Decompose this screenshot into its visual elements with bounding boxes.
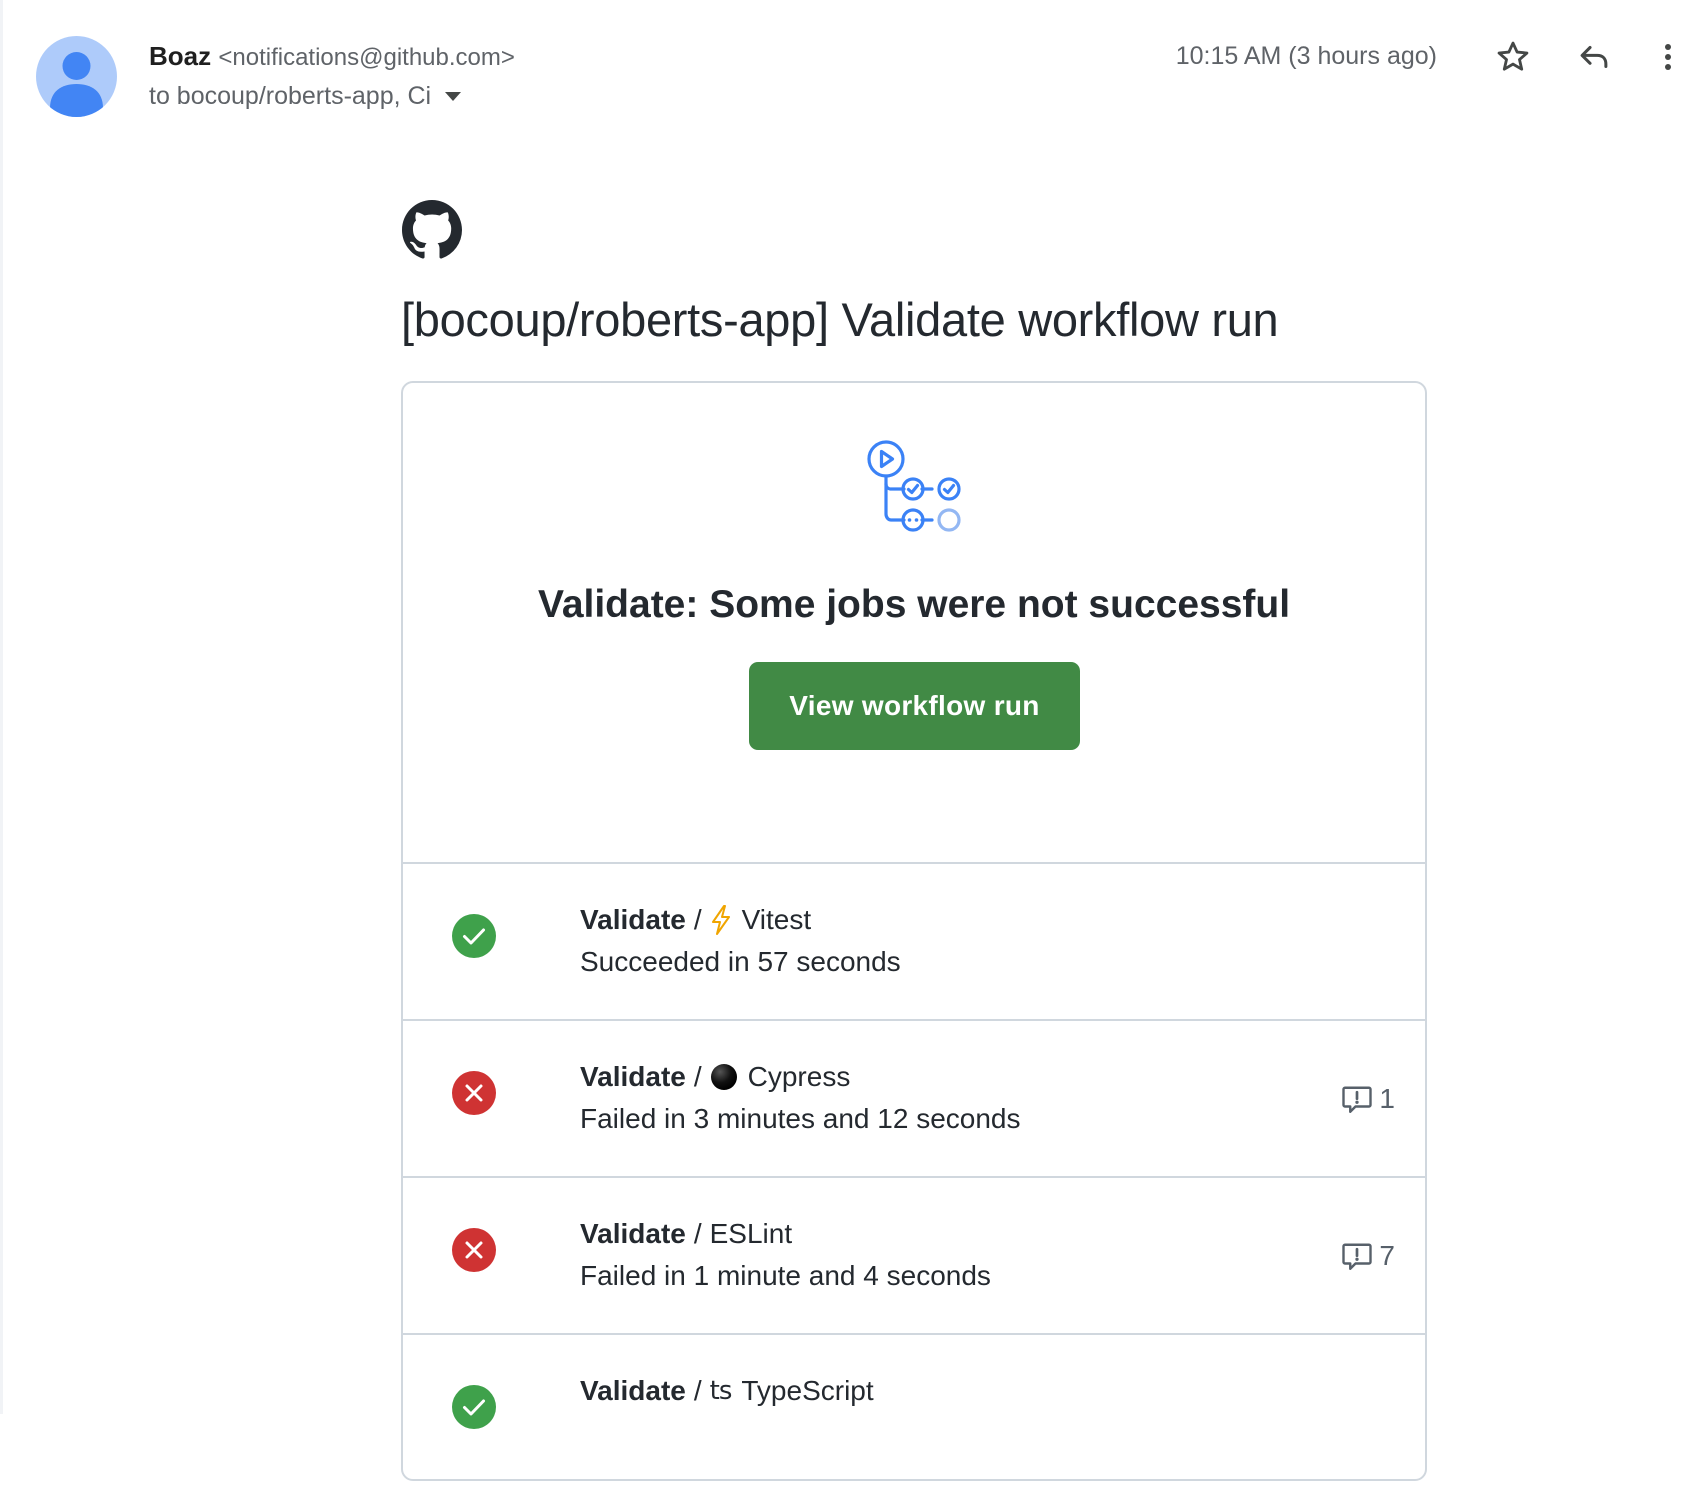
reply-icon[interactable] [1575, 38, 1613, 76]
job-title[interactable]: Validate / Cypress [580, 1059, 850, 1095]
workflow-card: Validate: Some jobs were not successful … [401, 381, 1427, 1481]
job-separator: / [693, 904, 702, 935]
job-name: TypeScript [741, 1375, 874, 1406]
recipients-line: to bocoup/roberts-app, Ci [149, 80, 462, 112]
failure-icon [452, 1228, 496, 1272]
report-icon [1342, 1086, 1373, 1113]
left-edge-divider [0, 0, 3, 1414]
timestamp: 10:15 AM (3 hours ago) [1175, 42, 1437, 70]
annotations-count: 7 [1379, 1240, 1395, 1271]
chevron-down-icon[interactable] [445, 91, 462, 101]
job-name: Cypress [747, 1061, 851, 1092]
job-title[interactable]: Validate / ESLint [580, 1216, 792, 1252]
success-icon [452, 1385, 496, 1429]
annotations-badge[interactable]: 1 [1339, 1081, 1395, 1117]
job-workflow-name: Validate [580, 1218, 686, 1249]
report-icon [1342, 1243, 1373, 1270]
recipients-text: to bocoup/roberts-app, Ci [149, 82, 432, 110]
workflow-icon [866, 439, 966, 539]
sender-line: Boaz <notifications@github.com> [149, 40, 515, 74]
annotations-count: 1 [1379, 1083, 1395, 1114]
job-separator: / [693, 1061, 702, 1092]
job-name: ESLint [709, 1218, 793, 1249]
job-row-typescript[interactable]: Validate / ts TypeScript [403, 1333, 1425, 1490]
workflow-status-heading: Validate: Some jobs were not successful [537, 583, 1291, 626]
view-workflow-run-button[interactable]: View workflow run [749, 662, 1080, 750]
job-separator: / [693, 1375, 702, 1406]
job-workflow-name: Validate [580, 904, 686, 935]
more-vert-icon[interactable] [1656, 38, 1680, 76]
sender-email: <notifications@github.com> [218, 44, 515, 71]
annotations-badge[interactable]: 7 [1339, 1238, 1395, 1274]
job-row-vitest[interactable]: Validate / Vitest Succeeded in 57 second… [403, 862, 1425, 1019]
failure-icon [452, 1071, 496, 1115]
job-description: Succeeded in 57 seconds [580, 946, 901, 977]
job-row-eslint[interactable]: Validate / ESLint Failed in 1 minute and… [403, 1176, 1425, 1333]
job-name: Vitest [741, 904, 812, 935]
avatar-icon[interactable] [36, 36, 117, 117]
job-row-cypress[interactable]: Validate / Cypress Failed in 3 minutes a… [403, 1019, 1425, 1176]
job-workflow-name: Validate [580, 1061, 686, 1092]
job-workflow-name: Validate [580, 1375, 686, 1406]
lightning-emoji-icon [710, 905, 732, 935]
success-icon [452, 914, 496, 958]
job-separator: / [693, 1218, 702, 1249]
github-logo-icon[interactable] [402, 200, 462, 260]
star-icon[interactable] [1494, 38, 1532, 76]
job-title[interactable]: Validate / Vitest [580, 902, 811, 938]
job-description: Failed in 1 minute and 4 seconds [580, 1260, 991, 1291]
job-title[interactable]: Validate / ts TypeScript [580, 1373, 874, 1409]
job-description: Failed in 3 minutes and 12 seconds [580, 1103, 1021, 1134]
black-circle-emoji-icon [710, 1063, 738, 1091]
sender-name[interactable]: Boaz [149, 41, 211, 71]
typescript-mark: ts [709, 1376, 733, 1406]
email-title: [bocoup/roberts-app] Validate workflow r… [401, 293, 1279, 346]
